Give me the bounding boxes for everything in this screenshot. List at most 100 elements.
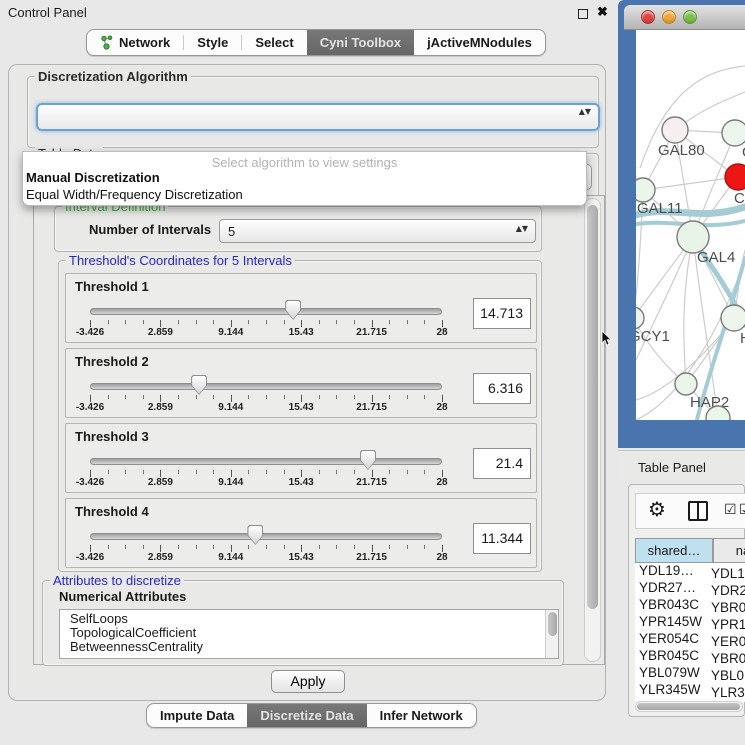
float-window-icon[interactable] (578, 9, 588, 19)
network-window-titlebar[interactable] (624, 5, 745, 30)
scrollbar-thumb[interactable] (548, 612, 557, 636)
network-node[interactable] (662, 117, 688, 143)
minimize-traffic-light-icon[interactable] (662, 10, 676, 24)
threshold-label: Threshold 2 (75, 354, 149, 369)
attribute-list-item[interactable]: SelfLoops (60, 610, 558, 624)
slider-track[interactable] (90, 458, 442, 465)
tick-mark (424, 545, 425, 549)
tick-mark (372, 470, 373, 477)
close-traffic-light-icon[interactable] (641, 10, 655, 24)
table-row[interactable]: YLR345WYLR3 (635, 682, 745, 699)
attribute-list-item[interactable]: BetweennessCentrality (60, 638, 558, 652)
tick-mark (424, 395, 425, 399)
network-node[interactable] (636, 178, 655, 202)
network-node[interactable] (721, 305, 745, 331)
network-node[interactable] (725, 164, 745, 190)
tick-mark (125, 545, 126, 549)
tick-mark (231, 545, 232, 552)
table-row[interactable]: YDR27…YDR2 (635, 580, 745, 597)
tab-infer-network[interactable]: Infer Network (367, 704, 476, 727)
tick-label: -3.426 (76, 552, 104, 563)
tick-mark (407, 470, 408, 474)
slider-track[interactable] (90, 308, 442, 315)
slider-track[interactable] (90, 383, 442, 390)
column-header-name[interactable]: na (713, 538, 745, 563)
spinner-arrows-icon: ▲▼ (516, 224, 528, 233)
close-icon[interactable]: ✖ (597, 4, 608, 20)
slider-thumb[interactable] (191, 375, 207, 395)
tab-discretize-data[interactable]: Discretize Data (247, 704, 366, 727)
table-row[interactable]: YPR145WYPR1 (635, 614, 745, 631)
checkbox-icon[interactable]: ☑ (739, 502, 745, 518)
table-horizontal-scrollbar[interactable] (635, 701, 743, 712)
scrollbar-thumb[interactable] (637, 703, 740, 710)
tab-label: Network (119, 35, 170, 50)
tick-mark (248, 395, 249, 399)
threshold-panel: Threshold 1-3.4262.8599.14415.4321.71528… (65, 273, 537, 343)
threshold-value-field[interactable]: 11.344 (473, 523, 531, 554)
tick-mark (319, 470, 320, 474)
network-node[interactable] (675, 373, 697, 395)
dropdown-option-equal-width[interactable]: Equal Width/Frequency Discretization (23, 187, 586, 204)
cell-name: YBR0 (711, 600, 745, 615)
apply-button[interactable]: Apply (271, 670, 345, 693)
tab-cyni-toolbox[interactable]: Cyni Toolbox (307, 30, 414, 55)
tab-jactivemnodules[interactable]: jActiveMNodules (414, 30, 545, 55)
tick-mark (372, 545, 373, 552)
table-row[interactable]: YDL19…YDL1 (635, 563, 745, 580)
tab-label: Infer Network (380, 708, 463, 723)
tab-impute-data[interactable]: Impute Data (147, 704, 247, 727)
tick-mark (389, 545, 390, 549)
scrollbar-thumb[interactable] (587, 205, 598, 609)
tick-mark (372, 395, 373, 402)
attribute-list-item[interactable]: TopologicalCoefficient (60, 624, 558, 638)
tab-network[interactable]: Network (87, 30, 183, 55)
slider-track[interactable] (90, 533, 442, 540)
tick-mark (284, 545, 285, 549)
panel-scrollbar[interactable] (584, 198, 601, 662)
dropdown-option-manual[interactable]: Manual Discretization (23, 170, 586, 187)
tick-mark (319, 545, 320, 549)
tick-mark (196, 545, 197, 549)
threshold-panel: Threshold 3-3.4262.8599.14415.4321.71528… (65, 423, 537, 493)
node-label: H (740, 330, 745, 347)
zoom-traffic-light-icon[interactable] (683, 10, 697, 24)
tick-label: 15.43 (289, 552, 314, 563)
tick-mark (372, 320, 373, 327)
tab-select[interactable]: Select (242, 30, 306, 55)
tick-mark (301, 395, 302, 402)
threshold-value-field[interactable]: 14.713 (473, 298, 531, 329)
slider-thumb[interactable] (247, 525, 263, 545)
table-row[interactable]: YBR045CYBR0 (635, 648, 745, 665)
tick-mark (196, 470, 197, 474)
tick-mark (284, 470, 285, 474)
tick-mark (266, 470, 267, 474)
threshold-label: Threshold 3 (75, 429, 149, 444)
table-panel: ⚙ ☑ ☑ shared… na YDL19…YDL1YDR27…YDR2YBR… (628, 484, 745, 717)
network-canvas[interactable]: GAL80GACGAL11GAL4GCY1HHAP2 (636, 30, 745, 420)
settings-gear-icon[interactable]: ⚙ (648, 497, 666, 521)
checkbox-icon[interactable]: ☑ (724, 502, 737, 518)
list-scrollbar[interactable] (545, 610, 558, 658)
cell-shared-name: YDL19… (635, 563, 711, 578)
table-row[interactable]: YBR043CYBR0 (635, 597, 745, 614)
tick-label: 28 (436, 402, 447, 413)
tick-mark (231, 470, 232, 477)
slider-thumb[interactable] (360, 450, 376, 470)
num-intervals-spinner[interactable]: 5 ▲▼ (219, 219, 536, 243)
numerical-attributes-list[interactable]: SelfLoopsTopologicalCoefficientBetweenne… (59, 609, 559, 659)
cell-name: YBR0 (711, 651, 745, 666)
network-node[interactable] (636, 307, 644, 329)
tick-mark (442, 395, 443, 402)
table-row[interactable]: YBL079WYBL0 (635, 665, 745, 682)
network-node[interactable] (722, 120, 745, 146)
column-header-shared-name[interactable]: shared… (635, 538, 713, 563)
threshold-value-field[interactable]: 21.4 (473, 448, 531, 479)
algorithm-combobox[interactable]: ▲▼ (36, 103, 600, 131)
slider-thumb[interactable] (285, 300, 301, 320)
split-panel-icon[interactable] (688, 501, 708, 521)
tab-style[interactable]: Style (184, 30, 241, 55)
table-row[interactable]: YER054CYER0 (635, 631, 745, 648)
threshold-value-field[interactable]: 6.316 (473, 373, 531, 404)
tick-mark (143, 470, 144, 474)
